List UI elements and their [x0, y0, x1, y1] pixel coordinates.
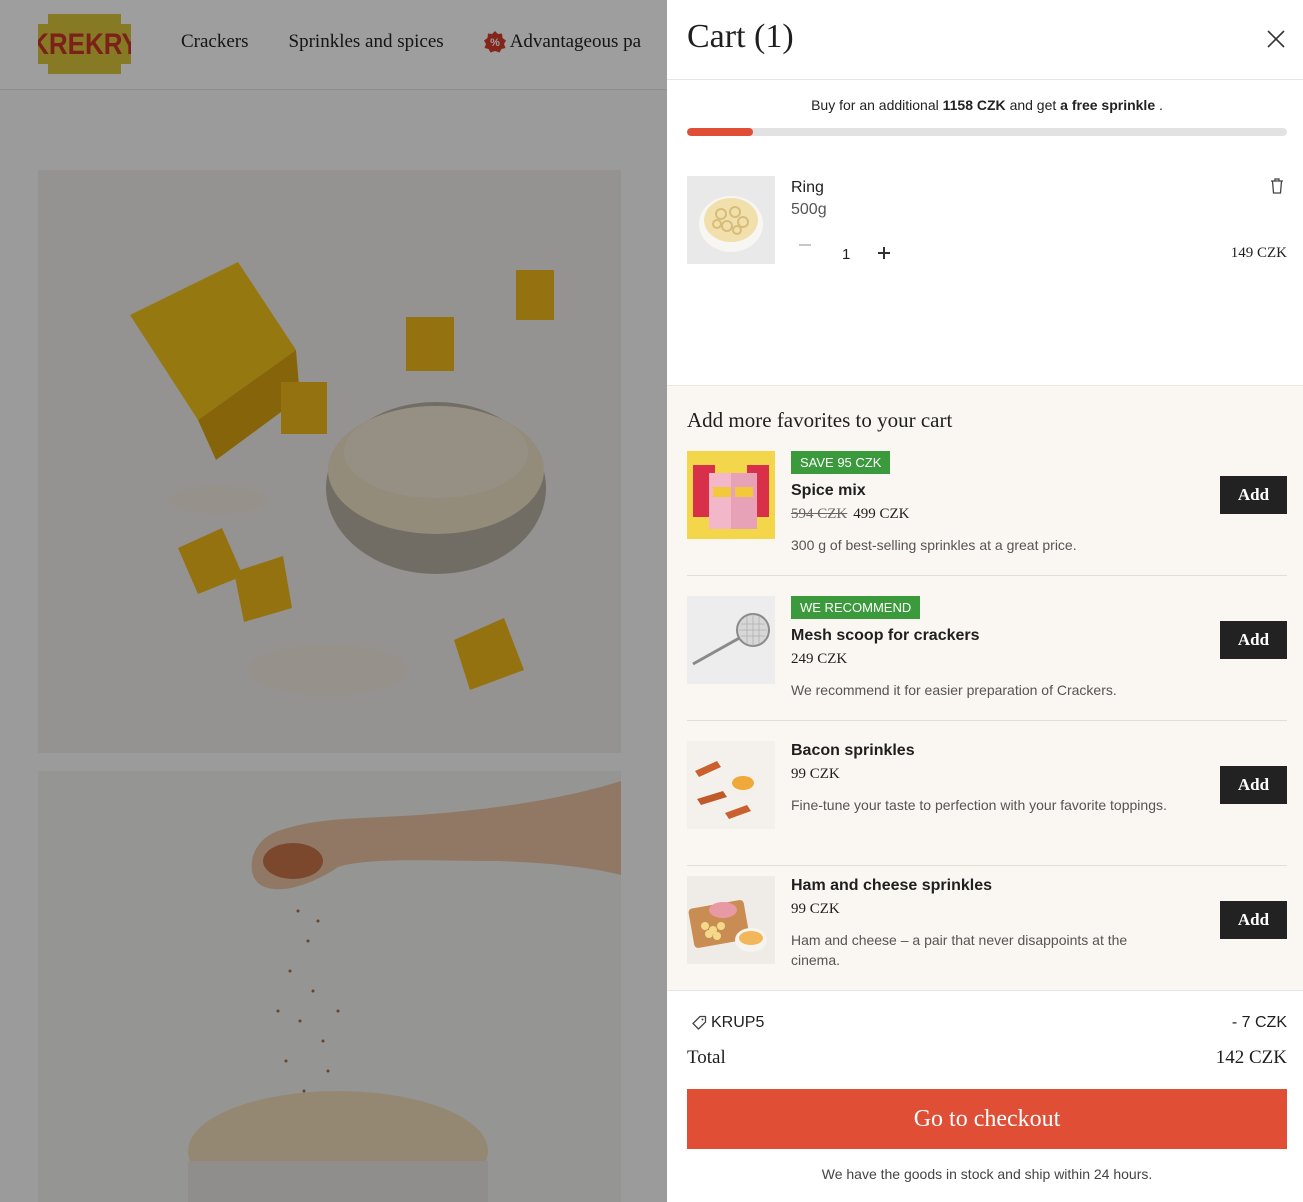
minus-icon[interactable] — [799, 244, 811, 246]
add-button[interactable]: Add — [1220, 901, 1287, 939]
discount-value: - 7 CZK — [1231, 1014, 1287, 1031]
cart-item-price: 149 CZK — [1230, 245, 1287, 261]
coupon-code: KRUP5 — [711, 1014, 765, 1031]
free-gift-suffix: . — [1159, 97, 1163, 113]
upsell-item-price: 594 CZK 499 CZK — [791, 506, 910, 523]
cart-title: Cart (1) — [687, 18, 794, 55]
stock-note: We have the goods in stock and ship with… — [821, 1166, 1153, 1182]
mesh-scoop-image[interactable] — [687, 596, 775, 684]
upsell-item-desc: Ham and cheese – a pair that never disap… — [791, 932, 1128, 968]
bacon-sprinkles-image[interactable] — [687, 741, 775, 829]
upsell-item-price: 99 CZK — [791, 766, 840, 782]
upsell-item-name[interactable]: Spice mix — [791, 482, 866, 500]
upsell-item: Ham and cheese sprinkles 99 CZK Ham and … — [687, 876, 1287, 986]
free-gift-reward: a free sprinkle — [1060, 97, 1156, 113]
cart-item: Ring 500g 1 149 CZK — [687, 176, 1287, 266]
free-gift-amount: 1158 CZK — [942, 97, 1006, 113]
cart-drawer: Cart (1) Buy for an additional 1158 CZK … — [667, 0, 1303, 1202]
close-icon[interactable] — [1265, 28, 1287, 50]
free-gift-message: Buy for an additional 1158 CZK and get a… — [687, 97, 1287, 113]
cart-item-name[interactable]: Ring — [791, 179, 824, 197]
plus-icon[interactable] — [878, 247, 890, 259]
upsell-item-desc: 300 g of best-selling sprinkles at a gre… — [791, 537, 1077, 553]
upsell-item-name[interactable]: Bacon sprinkles — [791, 742, 915, 760]
upsell-item-desc: We recommend it for easier preparation o… — [791, 682, 1117, 698]
add-button[interactable]: Add — [1220, 621, 1287, 659]
upsell-item-name[interactable]: Mesh scoop for crackers — [791, 627, 980, 645]
add-button[interactable]: Add — [1220, 476, 1287, 514]
upsell-item-name[interactable]: Ham and cheese sprinkles — [791, 877, 992, 895]
recommend-badge: WE RECOMMEND — [791, 596, 921, 619]
upsell-item: SAVE 95 CZK Spice mix 594 CZK 499 CZK 300… — [687, 451, 1287, 576]
upsell-item-price: 99 CZK — [791, 901, 840, 917]
upsell-item-price: 249 CZK — [791, 651, 848, 667]
upsell-item: Bacon sprinkles 99 CZK Fine-tune your ta… — [687, 741, 1287, 866]
upsell-item-desc: Fine-tune your taste to perfection with … — [791, 797, 1167, 813]
free-gift-progress — [687, 128, 1287, 136]
free-gift-middle: and get — [1009, 97, 1057, 113]
dim-overlay[interactable] — [0, 0, 667, 1202]
checkout-button[interactable]: Go to checkout — [687, 1089, 1287, 1149]
new-price: 499 CZK — [853, 506, 910, 522]
cart-item-weight: 500g — [791, 201, 827, 218]
spice-mix-image[interactable] — [687, 451, 775, 539]
trash-icon[interactable] — [1270, 178, 1284, 194]
quantity-value: 1 — [842, 246, 851, 263]
ring-product-image[interactable] — [687, 176, 775, 264]
ham-cheese-sprinkles-image[interactable] — [687, 876, 775, 964]
old-price: 594 CZK — [791, 506, 848, 522]
save-badge: SAVE 95 CZK — [791, 451, 891, 474]
add-button[interactable]: Add — [1220, 766, 1287, 804]
free-gift-prefix: Buy for an additional — [811, 97, 939, 113]
cart-header: Cart (1) — [667, 0, 1303, 80]
tag-icon — [692, 1015, 707, 1030]
upsell-section: Add more favorites to your cart SAVE 95 … — [667, 385, 1303, 990]
upsell-item: WE RECOMMEND Mesh scoop for crackers 249… — [687, 596, 1287, 721]
total-label: Total — [687, 1047, 726, 1068]
upsell-title: Add more favorites to your cart — [687, 408, 953, 432]
total-value: 142 CZK — [1215, 1047, 1287, 1068]
cart-summary: KRUP5 - 7 CZK Total 142 CZK Go to checko… — [667, 990, 1303, 1202]
free-gift-progress-fill — [687, 128, 753, 136]
